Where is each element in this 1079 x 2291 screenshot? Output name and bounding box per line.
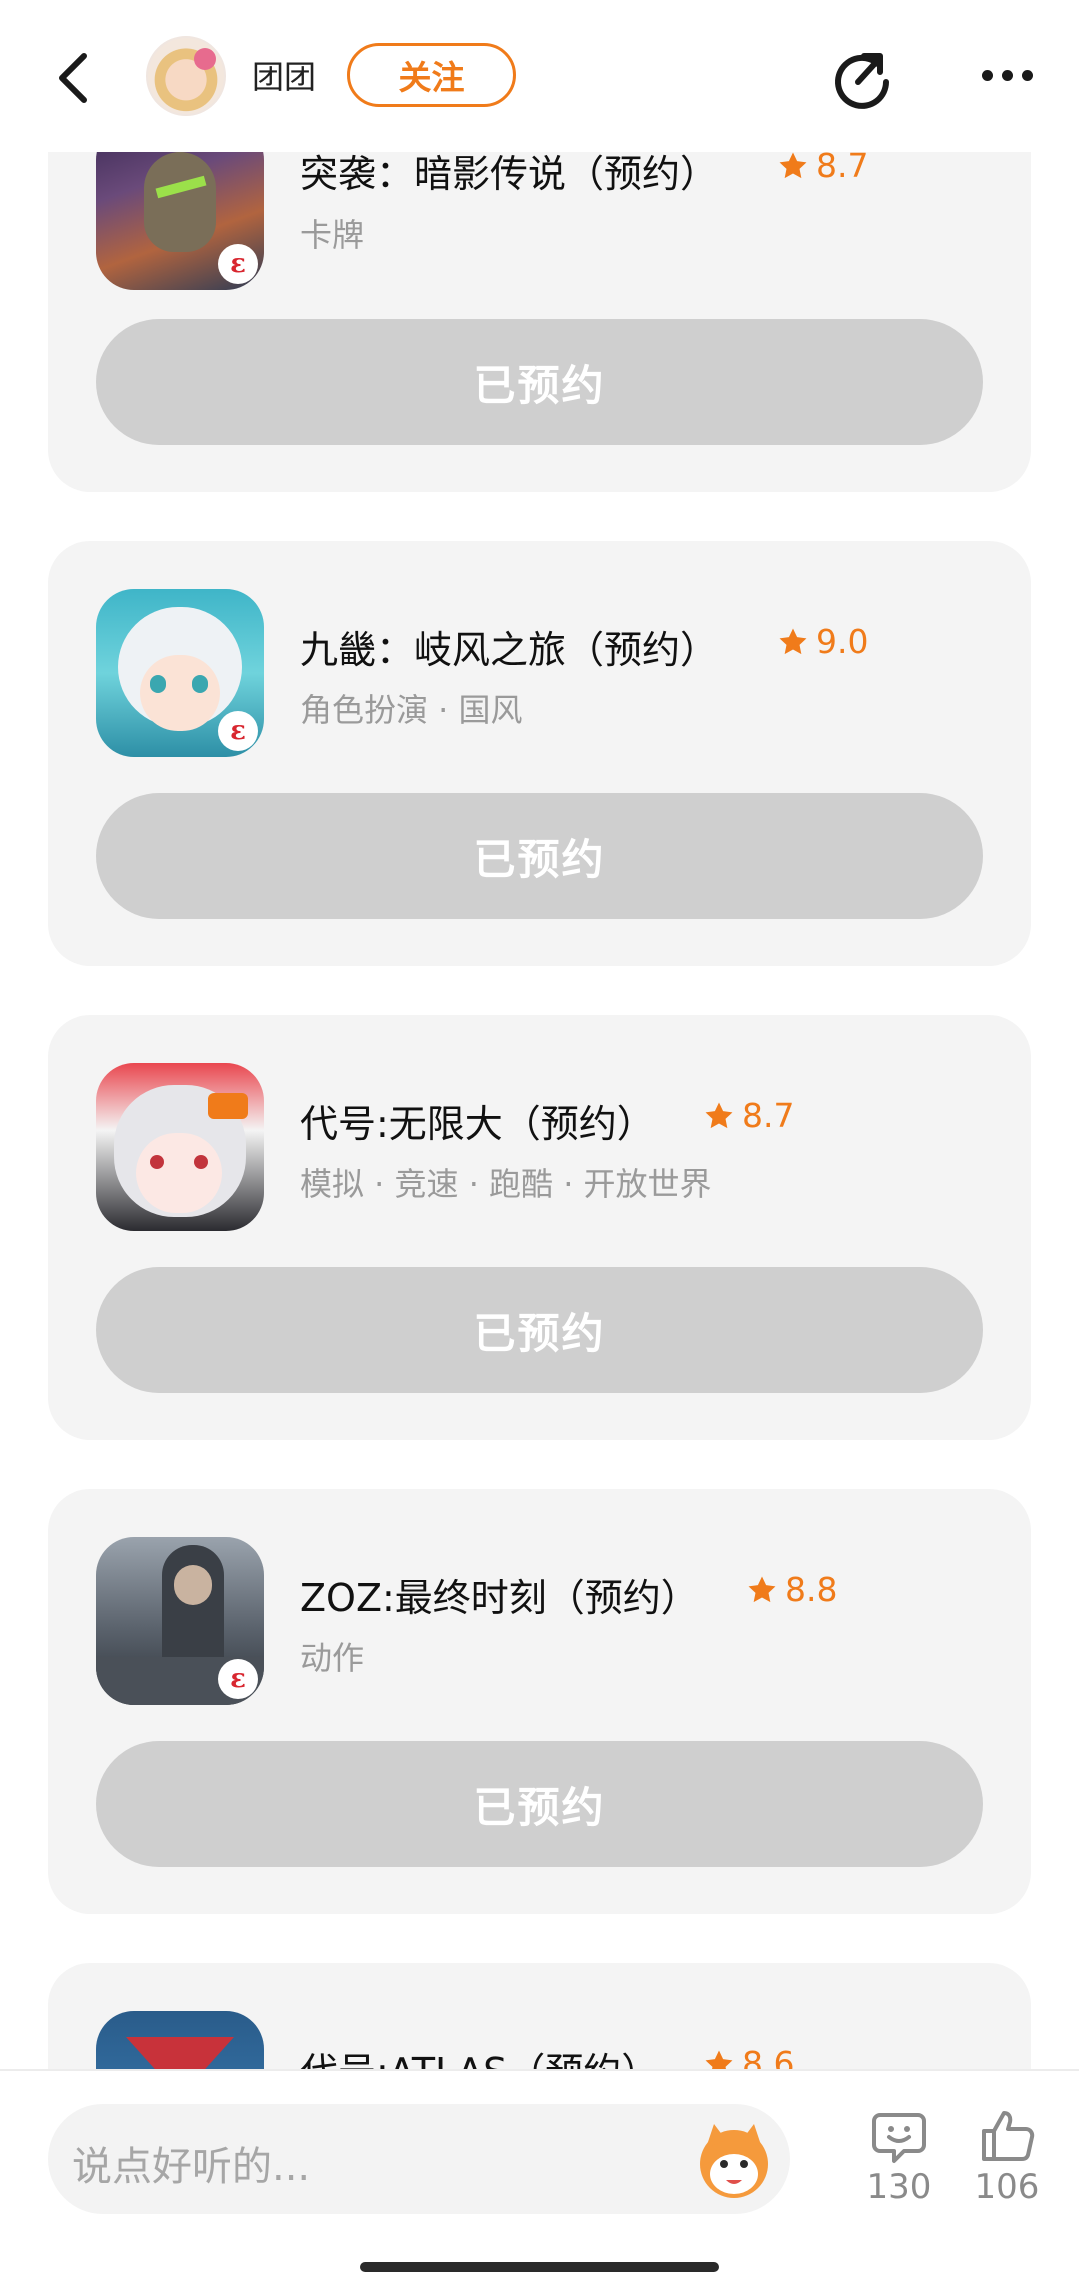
game-rating: 8.8	[745, 1570, 837, 1609]
reserved-button[interactable]: 已预约	[96, 1267, 983, 1393]
avatar-bow-decoration	[194, 48, 216, 70]
anime-girl-icon[interactable]: ε	[96, 589, 264, 757]
game-title: 代号:无限大（预约）	[300, 1102, 655, 1146]
home-indicator[interactable]	[360, 2262, 719, 2272]
rating-value: 8.7	[742, 1096, 795, 1135]
game-tags: 卡牌	[300, 216, 365, 254]
game-tags: 模拟 · 竞速 · 跑酷 · 开放世界	[300, 1165, 712, 1203]
more-dot-icon	[1001, 69, 1013, 81]
reserved-button[interactable]: 已预约	[96, 319, 983, 445]
more-options-button[interactable]	[972, 50, 1042, 100]
comment-icon	[872, 2113, 926, 2163]
back-button[interactable]	[44, 48, 104, 108]
soldier-city-icon[interactable]: ε	[96, 1537, 264, 1705]
more-dot-icon	[981, 69, 993, 81]
star-icon	[779, 628, 807, 654]
rating-value: 8.8	[785, 1570, 838, 1609]
game-tags: 角色扮演 · 国风	[300, 691, 523, 729]
game-rating: 8.7	[702, 1096, 794, 1135]
reserved-button[interactable]: 已预约	[96, 793, 983, 919]
star-icon	[705, 1102, 733, 1128]
top-nav-bar: 团团 关注	[0, 0, 1079, 152]
netease-badge-icon: ε	[218, 711, 258, 751]
more-dot-icon	[1021, 69, 1033, 81]
comment-count: 130	[866, 2167, 932, 2207]
like-stat[interactable]: 106	[962, 2107, 1052, 2207]
game-tags: 动作	[300, 1639, 365, 1677]
game-title: ZOZ:最终时刻（预约）	[300, 1576, 699, 1620]
like-count: 106	[974, 2167, 1040, 2207]
comment-stat[interactable]: 130	[854, 2107, 944, 2207]
mascot-emoji-icon[interactable]	[692, 2118, 776, 2202]
share-button[interactable]	[828, 42, 896, 110]
netease-badge-icon: ε	[218, 244, 258, 284]
follow-button[interactable]: 关注	[347, 43, 516, 107]
comment-input[interactable]: 说点好听的...	[48, 2104, 790, 2214]
star-icon	[779, 152, 807, 178]
thumbs-up-icon	[982, 2111, 1035, 2161]
star-icon	[748, 1576, 776, 1602]
bottom-action-bar: 说点好听的... 130 106	[0, 2069, 1079, 2291]
rating-value: 9.0	[816, 622, 869, 661]
netease-badge-icon: ε	[218, 1659, 258, 1699]
comment-placeholder: 说点好听的...	[72, 2144, 311, 2190]
reserved-button[interactable]: 已预约	[96, 1741, 983, 1867]
game-card[interactable]: ε ZOZ:最终时刻（预约） 8.8 动作 已预约	[48, 1489, 1031, 1914]
user-avatar[interactable]	[146, 36, 226, 116]
game-card[interactable]: ε 九畿：岐风之旅（预约） 9.0 角色扮演 · 国风 已预约	[48, 541, 1031, 966]
share-icon	[835, 53, 889, 109]
game-card[interactable]: 代号:无限大（预约） 8.7 模拟 · 竞速 · 跑酷 · 开放世界 已预约	[48, 1015, 1031, 1440]
game-title: 九畿：岐风之旅（预约）	[300, 628, 719, 672]
anime-girl-bunny-icon[interactable]	[96, 1063, 264, 1231]
username[interactable]: 团团	[252, 52, 316, 98]
chevron-left-icon	[59, 53, 87, 103]
game-rating: 9.0	[776, 622, 868, 661]
